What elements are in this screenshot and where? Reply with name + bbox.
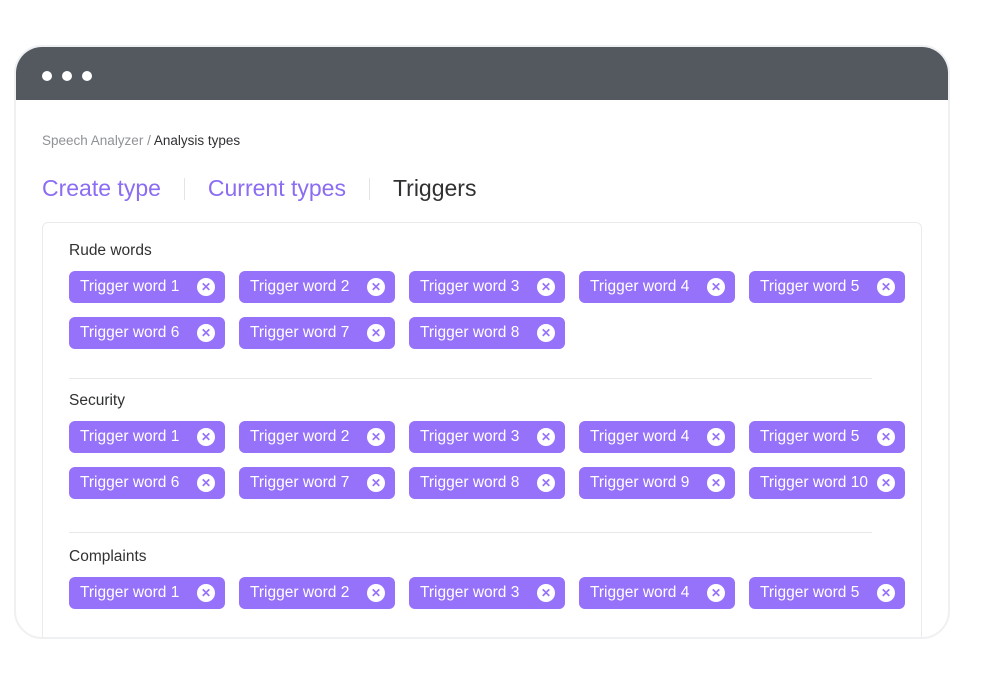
trigger-word-chip[interactable]: Trigger word 3 ✕ — [409, 271, 565, 303]
remove-chip-icon[interactable]: ✕ — [877, 428, 895, 446]
chip-label: Trigger word 1 — [80, 428, 180, 445]
trigger-word-chip[interactable]: Trigger word 5 ✕ — [749, 421, 905, 453]
trigger-word-chip[interactable]: Trigger word 5 ✕ — [749, 577, 905, 609]
chip-label: Trigger word 9 — [590, 474, 690, 491]
trigger-word-chip[interactable]: Trigger word 2 ✕ — [239, 577, 395, 609]
remove-chip-icon[interactable]: ✕ — [367, 474, 385, 492]
chip-label: Trigger word 5 — [760, 584, 860, 601]
remove-chip-icon[interactable]: ✕ — [367, 428, 385, 446]
trigger-word-chip[interactable]: Trigger word 1 ✕ — [69, 577, 225, 609]
trigger-word-chip[interactable]: Trigger word 3 ✕ — [409, 421, 565, 453]
window-control-dot[interactable] — [42, 71, 52, 81]
chip-label: Trigger word 10 — [760, 474, 868, 491]
breadcrumb-parent[interactable]: Speech Analyzer — [42, 133, 143, 148]
breadcrumb-current: Analysis types — [153, 133, 241, 148]
breadcrumb: Speech Analyzer / Analysis types — [42, 133, 240, 148]
trigger-word-chip[interactable]: Trigger word 1 ✕ — [69, 421, 225, 453]
chip-label: Trigger word 3 — [420, 278, 520, 295]
trigger-word-chip[interactable]: Trigger word 2 ✕ — [239, 271, 395, 303]
trigger-word-chip[interactable]: Trigger word 5 ✕ — [749, 271, 905, 303]
remove-chip-icon[interactable]: ✕ — [537, 428, 555, 446]
browser-window: Speech Analyzer / Analysis types Create … — [14, 45, 950, 639]
tab-triggers[interactable]: Triggers — [393, 175, 477, 202]
tab-current-types[interactable]: Current types — [208, 175, 346, 202]
remove-chip-icon[interactable]: ✕ — [197, 428, 215, 446]
chip-label: Trigger word 6 — [80, 324, 180, 341]
trigger-word-chip[interactable]: Trigger word 10 ✕ — [749, 467, 905, 499]
chip-label: Trigger word 6 — [80, 474, 180, 491]
window-control-dot[interactable] — [82, 71, 92, 81]
window-titlebar — [16, 47, 948, 100]
remove-chip-icon[interactable]: ✕ — [197, 324, 215, 342]
chip-label: Trigger word 5 — [760, 278, 860, 295]
remove-chip-icon[interactable]: ✕ — [707, 474, 725, 492]
chip-label: Trigger word 7 — [250, 324, 350, 341]
window-control-dot[interactable] — [62, 71, 72, 81]
chip-label: Trigger word 1 — [80, 584, 180, 601]
chip-label: Trigger word 8 — [420, 474, 520, 491]
remove-chip-icon[interactable]: ✕ — [707, 428, 725, 446]
trigger-word-chip[interactable]: Trigger word 8 ✕ — [409, 467, 565, 499]
trigger-word-chip[interactable]: Trigger word 6 ✕ — [69, 317, 225, 349]
chip-label: Trigger word 2 — [250, 428, 350, 445]
chip-label: Trigger word 2 — [250, 584, 350, 601]
remove-chip-icon[interactable]: ✕ — [367, 278, 385, 296]
remove-chip-icon[interactable]: ✕ — [877, 584, 895, 602]
remove-chip-icon[interactable]: ✕ — [197, 278, 215, 296]
trigger-word-chip[interactable]: Trigger word 6 ✕ — [69, 467, 225, 499]
section-title: Security — [69, 392, 125, 409]
remove-chip-icon[interactable]: ✕ — [367, 324, 385, 342]
remove-chip-icon[interactable]: ✕ — [877, 278, 895, 296]
chip-label: Trigger word 4 — [590, 278, 690, 295]
chip-label: Trigger word 3 — [420, 428, 520, 445]
remove-chip-icon[interactable]: ✕ — [707, 584, 725, 602]
trigger-word-chip[interactable]: Trigger word 1 ✕ — [69, 271, 225, 303]
remove-chip-icon[interactable]: ✕ — [877, 474, 895, 492]
tab-bar: Create type Current types Triggers — [42, 175, 476, 202]
chip-label: Trigger word 7 — [250, 474, 350, 491]
remove-chip-icon[interactable]: ✕ — [707, 278, 725, 296]
tab-create-type[interactable]: Create type — [42, 175, 161, 202]
section-divider — [69, 532, 872, 533]
trigger-word-chip[interactable]: Trigger word 8 ✕ — [409, 317, 565, 349]
section-title: Complaints — [69, 548, 147, 565]
breadcrumb-separator: / — [143, 133, 154, 148]
trigger-word-chip[interactable]: Trigger word 4 ✕ — [579, 421, 735, 453]
chip-label: Trigger word 8 — [420, 324, 520, 341]
section-security: Security Trigger word 1 ✕ Trigger word 2 ✕ T… — [69, 391, 909, 513]
trigger-word-chip[interactable]: Trigger word 7 ✕ — [239, 467, 395, 499]
remove-chip-icon[interactable]: ✕ — [537, 474, 555, 492]
trigger-word-chip[interactable]: Trigger word 2 ✕ — [239, 421, 395, 453]
remove-chip-icon[interactable]: ✕ — [537, 324, 555, 342]
section-title: Rude words — [69, 242, 152, 259]
chip-label: Trigger word 4 — [590, 584, 690, 601]
triggers-card: Rude words Trigger word 1 ✕ Trigger word 2… — [42, 222, 922, 637]
remove-chip-icon[interactable]: ✕ — [197, 474, 215, 492]
trigger-word-chip[interactable]: Trigger word 4 ✕ — [579, 577, 735, 609]
remove-chip-icon[interactable]: ✕ — [537, 584, 555, 602]
chip-label: Trigger word 3 — [420, 584, 520, 601]
chip-label: Trigger word 4 — [590, 428, 690, 445]
chip-label: Trigger word 5 — [760, 428, 860, 445]
tab-divider — [183, 177, 185, 200]
section-rude-words: Rude words Trigger word 1 ✕ Trigger word 2… — [69, 241, 909, 363]
remove-chip-icon[interactable]: ✕ — [537, 278, 555, 296]
chip-label: Trigger word 1 — [80, 278, 180, 295]
tab-divider — [368, 177, 370, 200]
section-complaints: Complaints Trigger word 1 ✕ Trigger word 2… — [69, 547, 909, 623]
section-divider — [69, 378, 872, 379]
chip-list: Trigger word 1 ✕ Trigger word 2 ✕ Trigger wo… — [69, 421, 919, 513]
remove-chip-icon[interactable]: ✕ — [367, 584, 385, 602]
trigger-word-chip[interactable]: Trigger word 9 ✕ — [579, 467, 735, 499]
remove-chip-icon[interactable]: ✕ — [197, 584, 215, 602]
chip-list: Trigger word 1 ✕ Trigger word 2 ✕ Trigger wo… — [69, 271, 919, 363]
trigger-word-chip[interactable]: Trigger word 4 ✕ — [579, 271, 735, 303]
chip-list: Trigger word 1 ✕ Trigger word 2 ✕ Trigger wo… — [69, 577, 919, 623]
chip-label: Trigger word 2 — [250, 278, 350, 295]
trigger-word-chip[interactable]: Trigger word 3 ✕ — [409, 577, 565, 609]
trigger-word-chip[interactable]: Trigger word 7 ✕ — [239, 317, 395, 349]
